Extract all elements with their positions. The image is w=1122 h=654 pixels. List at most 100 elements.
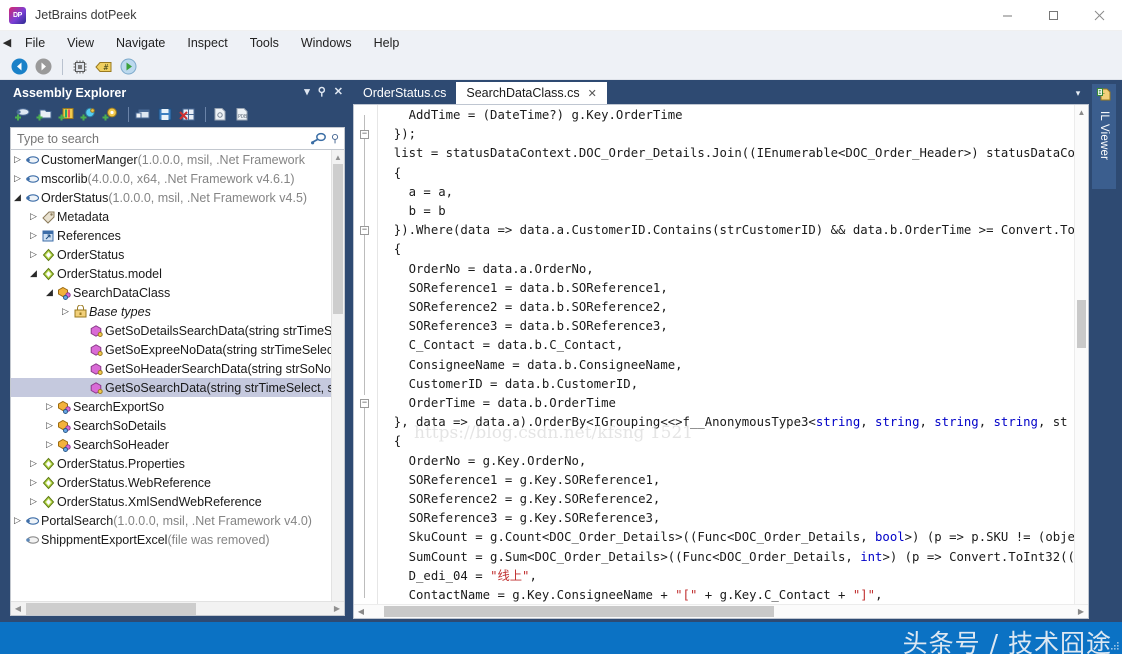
tree-item-getsosearchdata-string-strtimeselect-s[interactable]: GetSoSearchData(string strTimeSelect, s: [11, 378, 331, 397]
chevron-right-icon[interactable]: ▷: [27, 458, 40, 469]
fold-toggle[interactable]: [360, 130, 369, 139]
remove-assembly-icon[interactable]: [178, 105, 197, 124]
tree-hscroll-thumb[interactable]: [26, 602, 196, 615]
tree-horizontal-scrollbar[interactable]: ◀ ▶: [11, 601, 344, 615]
open-file-icon[interactable]: [211, 105, 230, 124]
scroll-up-icon[interactable]: ▲: [332, 150, 344, 164]
tree-item-orderstatus-model[interactable]: ◢ OrderStatus.model: [11, 264, 331, 283]
chevron-right-icon[interactable]: ▷: [27, 477, 40, 488]
scroll-left-icon[interactable]: ◀: [354, 607, 368, 616]
menu-item-windows[interactable]: Windows: [290, 31, 363, 54]
open-folder-icon[interactable]: [35, 105, 54, 124]
chevron-right-icon[interactable]: ▷: [11, 515, 24, 526]
tree-item-customermanger[interactable]: ▷ CustomerManger (1.0.0.0, msil, .Net Fra…: [11, 150, 331, 169]
tree-item-orderstatus-xmlsendwebreference[interactable]: ▷ OrderStatus.XmlSendWebReference: [11, 492, 331, 511]
search-icon[interactable]: [308, 132, 330, 146]
editor-vscroll-thumb[interactable]: [1077, 300, 1086, 348]
editor-hscroll-thumb[interactable]: [384, 606, 774, 617]
editor-gutter[interactable]: [354, 105, 378, 618]
play-cloud-icon[interactable]: [117, 56, 139, 78]
search-box[interactable]: ⚲: [10, 127, 345, 150]
tag-hash-icon[interactable]: #: [93, 56, 115, 78]
chevron-right-icon[interactable]: ▷: [59, 306, 72, 317]
tree-item-orderstatus-properties[interactable]: ▷ OrderStatus.Properties: [11, 454, 331, 473]
chevron-right-icon[interactable]: ▷: [27, 230, 40, 241]
tree-item-mscorlib[interactable]: ▷ mscorlib (4.0.0.0, x64, .Net Framework …: [11, 169, 331, 188]
pin-icon[interactable]: ⚲: [330, 132, 344, 145]
arrow-right-circle-icon[interactable]: [32, 56, 54, 78]
menu-item-view[interactable]: View: [56, 31, 105, 54]
tab-searchdataclass-cs[interactable]: SearchDataClass.cs ✕: [456, 82, 607, 104]
pdb-icon[interactable]: PDB: [233, 105, 252, 124]
editor-vertical-scrollbar[interactable]: ▲: [1074, 105, 1088, 604]
tree-item-searchsodetails[interactable]: ▷ SearchSoDetails: [11, 416, 331, 435]
chevron-right-icon[interactable]: ▷: [43, 439, 56, 450]
tree-item-searchexportso[interactable]: ▷ SearchExportSo: [11, 397, 331, 416]
il-viewer-tab[interactable]: IL IL Viewer: [1092, 84, 1116, 189]
tree-item-base-types[interactable]: ▷ Base types: [11, 302, 331, 321]
close-icon[interactable]: [1076, 0, 1122, 31]
fold-toggle[interactable]: [360, 399, 369, 408]
tree-item-getsodetailssearchdata-string-strtimes[interactable]: GetSoDetailsSearchData(string strTimeS: [11, 321, 331, 340]
menu-item-help[interactable]: Help: [363, 31, 411, 54]
menu-item-tools[interactable]: Tools: [239, 31, 290, 54]
menu-item-file[interactable]: File: [14, 31, 56, 54]
tab-orderstatus-cs[interactable]: OrderStatus.cs: [353, 82, 456, 104]
scroll-right-icon[interactable]: ▶: [330, 604, 344, 613]
resize-grip-icon[interactable]: [1108, 639, 1120, 651]
chevron-right-icon[interactable]: ▷: [27, 496, 40, 507]
editor-tab-menu-icon[interactable]: ▾: [1067, 82, 1089, 104]
export-sources-icon[interactable]: [134, 105, 153, 124]
arrow-left-circle-icon[interactable]: [8, 56, 30, 78]
tab-close-icon[interactable]: ✕: [588, 87, 597, 100]
panel-dropdown-button[interactable]: ▾: [304, 87, 310, 98]
chevron-right-icon[interactable]: ▷: [27, 249, 40, 260]
scroll-left-icon[interactable]: ◀: [11, 604, 25, 613]
tree-item-label: PortalSearch: [41, 513, 114, 528]
fold-toggle[interactable]: [360, 226, 369, 235]
add-from-gac-icon[interactable]: [57, 105, 76, 124]
namespace-icon: [40, 457, 57, 471]
tree-item-getsoexpreenodata-string-strtimeselec[interactable]: GetSoExpreeNoData(string strTimeSelec: [11, 340, 331, 359]
panel-close-button[interactable]: ✕: [334, 87, 343, 98]
minimize-icon[interactable]: [984, 0, 1030, 31]
chevron-right-icon[interactable]: ▷: [43, 420, 56, 431]
tree-item-shippmentexportexcel[interactable]: ShippmentExportExcel (file was removed): [11, 530, 331, 549]
tree-item-searchsoheader[interactable]: ▷ SearchSoHeader: [11, 435, 331, 454]
code-editor[interactable]: AddTime = (DateTime?) g.Key.OrderTime })…: [353, 104, 1089, 619]
editor-horizontal-scrollbar[interactable]: ◀ ▶: [354, 604, 1088, 618]
code-text[interactable]: AddTime = (DateTime?) g.Key.OrderTime })…: [379, 105, 1074, 604]
tree-item-references[interactable]: ▷ References: [11, 226, 331, 245]
menu-item-inspect[interactable]: Inspect: [176, 31, 238, 54]
add-process-icon[interactable]: [79, 105, 98, 124]
tree-item-portalsearch[interactable]: ▷ PortalSearch (1.0.0.0, msil, .Net Frame…: [11, 511, 331, 530]
tree-vertical-scrollbar[interactable]: ▲: [331, 150, 344, 601]
open-assembly-icon[interactable]: [13, 105, 32, 124]
chevron-down-icon[interactable]: ◢: [43, 287, 56, 298]
save-icon[interactable]: [156, 105, 175, 124]
search-input[interactable]: [11, 130, 308, 147]
tree-item-getsoheadersearchdata-string-strsono[interactable]: GetSoHeaderSearchData(string strSoNo: [11, 359, 331, 378]
menu-overflow-back-icon[interactable]: ◀: [0, 31, 14, 54]
panel-pin-button[interactable]: ⚲: [318, 87, 326, 98]
tree-item-searchdataclass[interactable]: ◢ SearchDataClass: [11, 283, 331, 302]
chevron-right-icon[interactable]: ▷: [11, 173, 24, 184]
chevron-right-icon[interactable]: ▷: [27, 211, 40, 222]
add-nuget-icon[interactable]: [101, 105, 120, 124]
dotpeek-icon: [9, 6, 26, 24]
menu-item-navigate[interactable]: Navigate: [105, 31, 176, 54]
scroll-right-icon[interactable]: ▶: [1074, 607, 1088, 616]
maximize-icon[interactable]: [1030, 0, 1076, 31]
tree-item-orderstatus-webreference[interactable]: ▷ OrderStatus.WebReference: [11, 473, 331, 492]
chip-icon[interactable]: [69, 56, 91, 78]
chevron-right-icon[interactable]: ▷: [43, 401, 56, 412]
assembly-tree[interactable]: ▷ CustomerManger (1.0.0.0, msil, .Net Fra…: [10, 150, 345, 616]
chevron-right-icon[interactable]: ▷: [11, 154, 24, 165]
scroll-up-icon[interactable]: ▲: [1075, 105, 1088, 119]
tree-item-orderstatus[interactable]: ◢ OrderStatus (1.0.0.0, msil, .Net Framew…: [11, 188, 331, 207]
tree-item-metadata[interactable]: ▷ Metadata: [11, 207, 331, 226]
chevron-down-icon[interactable]: ◢: [11, 192, 24, 203]
tree-item-orderstatus[interactable]: ▷ OrderStatus: [11, 245, 331, 264]
chevron-down-icon[interactable]: ◢: [27, 268, 40, 279]
tree-vscroll-thumb[interactable]: [333, 164, 343, 314]
